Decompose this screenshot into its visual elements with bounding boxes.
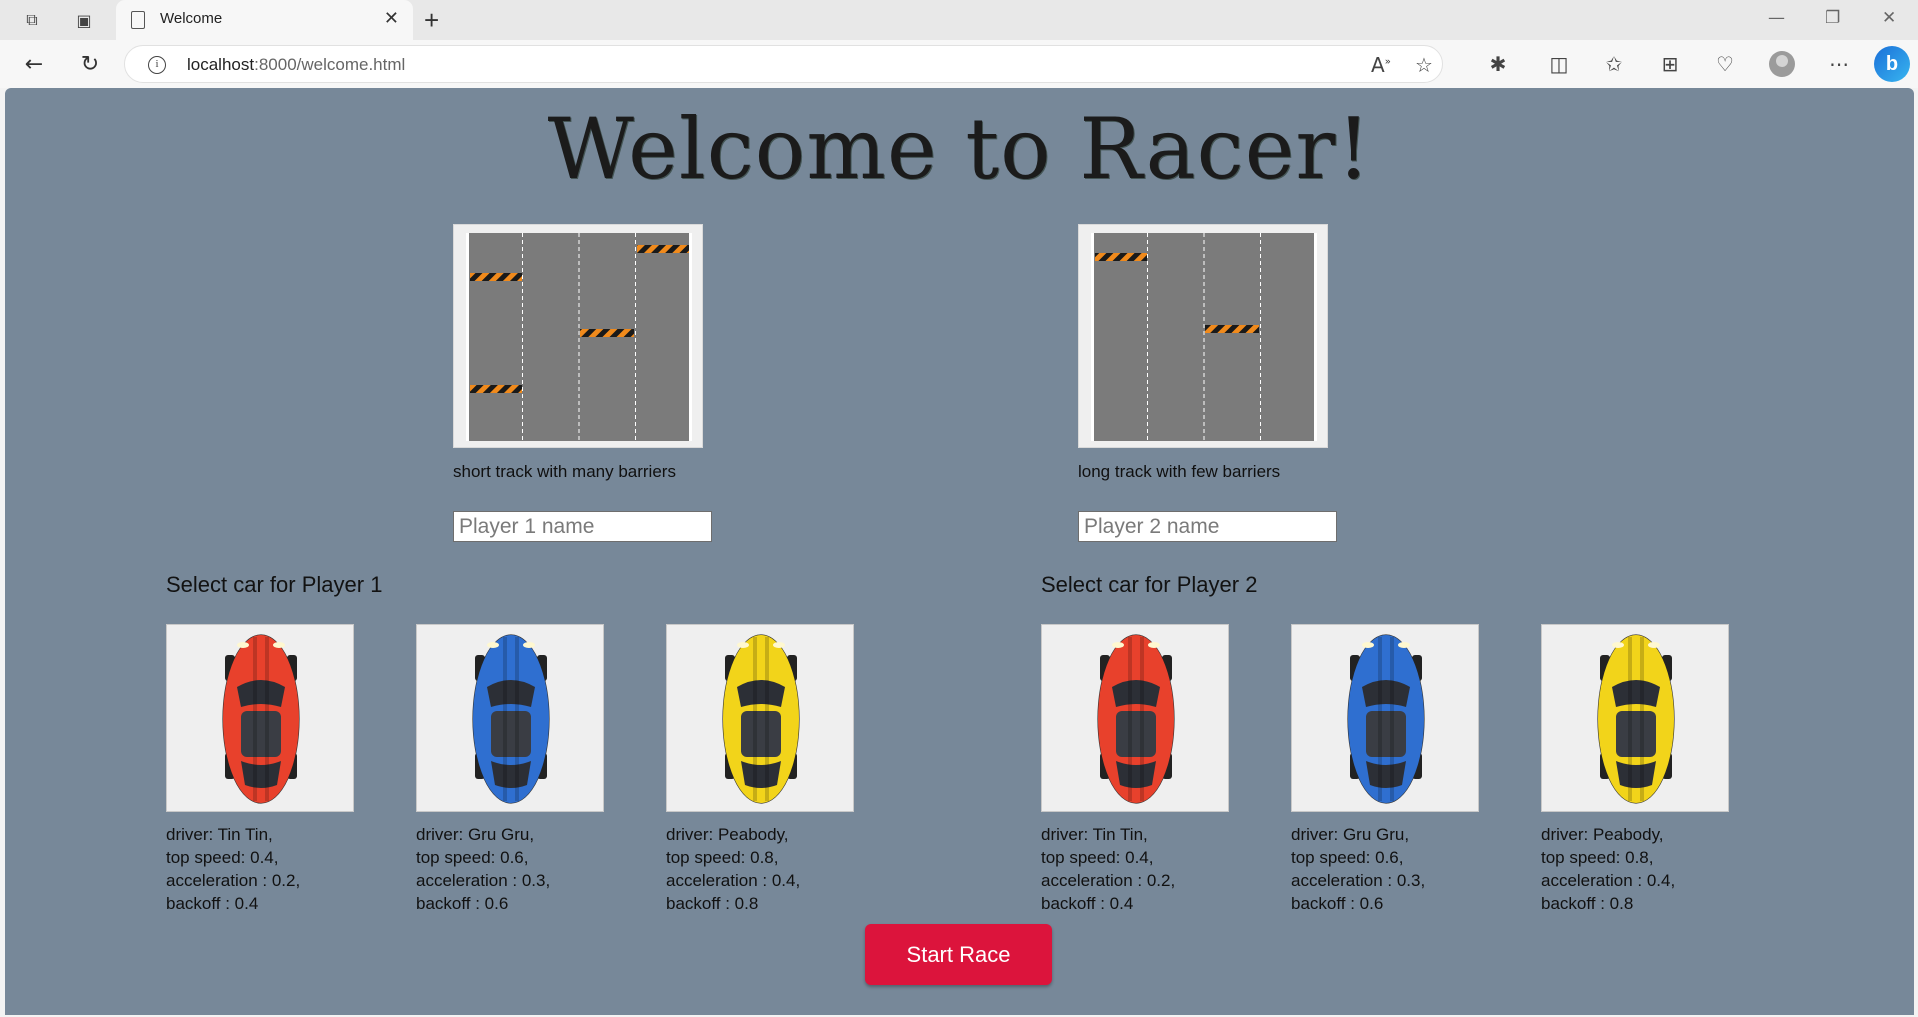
player2-car-option-3[interactable] <box>1541 624 1729 812</box>
start-race-button[interactable]: Start Race <box>865 924 1052 985</box>
player2-name-input[interactable] <box>1078 511 1337 542</box>
player2-car-info-3: driver: Peabody, top speed: 0.8, accelerat… <box>1541 823 1741 915</box>
car-stat-line: top speed: 0.6, <box>416 848 529 867</box>
close-tab-icon[interactable]: ✕ <box>384 8 399 29</box>
track-option-long[interactable] <box>1078 224 1328 448</box>
address-bar[interactable]: i localhost:8000/welcome.html A» ☆ <box>124 45 1443 83</box>
tab-bar: ⧉ ▣ Welcome ✕ + — ❐ ✕ <box>0 0 1918 40</box>
player1-car-info-1: driver: Tin Tin, top speed: 0.4, accelerat… <box>166 823 366 915</box>
player2-car-info-1: driver: Tin Tin, top speed: 0.4, accelerat… <box>1041 823 1241 915</box>
toolbar: ← ↻ i localhost:8000/welcome.html A» ☆ ✱… <box>0 40 1918 88</box>
copilot-icon[interactable]: b <box>1874 46 1910 82</box>
car-stat-line: top speed: 0.8, <box>666 848 779 867</box>
close-window-icon[interactable]: ✕ <box>1882 8 1896 28</box>
car-stat-line: backoff : 0.4 <box>166 894 259 913</box>
car-stat-line: acceleration : 0.2, <box>1041 871 1176 890</box>
car-stat-line: acceleration : 0.4, <box>666 871 801 890</box>
player1-name-input[interactable] <box>453 511 712 542</box>
car-stat-line: driver: Gru Gru, <box>416 825 535 844</box>
car-stat-line: backoff : 0.6 <box>1291 894 1384 913</box>
url-text[interactable]: localhost:8000/welcome.html <box>187 55 405 75</box>
player1-select-label: Select car for Player 1 <box>166 572 383 597</box>
player1-car-info-2: driver: Gru Gru, top speed: 0.6, accelerat… <box>416 823 616 915</box>
tab-welcome[interactable]: Welcome ✕ <box>116 0 413 40</box>
car-stat-line: acceleration : 0.3, <box>1291 871 1426 890</box>
player1-car-option-1[interactable] <box>166 624 354 812</box>
read-aloud-icon[interactable]: A» <box>1371 53 1391 77</box>
restore-icon[interactable]: ❐ <box>1825 8 1840 28</box>
track-caption-long: long track with few barriers <box>1078 462 1281 481</box>
car-stat-line: driver: Gru Gru, <box>1291 825 1410 844</box>
back-icon[interactable]: ← <box>20 50 48 78</box>
profile-avatar[interactable] <box>1769 51 1795 77</box>
page-icon <box>131 11 145 29</box>
player1-car-option-3[interactable] <box>666 624 854 812</box>
favorite-star-icon[interactable]: ☆ <box>1415 53 1433 77</box>
player2-car-option-1[interactable] <box>1041 624 1229 812</box>
car-image <box>472 634 550 804</box>
car-stat-line: driver: Peabody, <box>666 825 789 844</box>
favorites-icon[interactable]: ✩ <box>1600 50 1628 78</box>
track-option-short[interactable] <box>453 224 703 448</box>
car-stat-line: top speed: 0.6, <box>1291 848 1404 867</box>
player2-car-info-2: driver: Gru Gru, top speed: 0.6, accelerat… <box>1291 823 1491 915</box>
url-path: :8000/welcome.html <box>254 55 406 74</box>
url-host: localhost <box>187 55 255 74</box>
car-stat-line: top speed: 0.4, <box>166 848 279 867</box>
car-stat-line: acceleration : 0.4, <box>1541 871 1676 890</box>
long-track-image <box>1091 233 1317 441</box>
car-stat-line: driver: Peabody, <box>1541 825 1664 844</box>
short-track-image <box>466 233 692 441</box>
player2-car-option-2[interactable] <box>1291 624 1479 812</box>
new-tab-icon[interactable]: + <box>424 5 439 36</box>
car-image <box>722 634 800 804</box>
collections-icon[interactable]: ⊞ <box>1656 50 1684 78</box>
tab-title: Welcome <box>160 10 223 27</box>
car-stat-line: driver: Tin Tin, <box>166 825 273 844</box>
car-stat-line: backoff : 0.8 <box>666 894 759 913</box>
workspaces-icon[interactable]: ⧉ <box>20 8 44 32</box>
page-content: Welcome to Racer! short track with many … <box>5 88 1914 1015</box>
page-title: Welcome to Racer! <box>547 100 1372 198</box>
car-stat-line: acceleration : 0.3, <box>416 871 551 890</box>
car-image <box>222 634 300 804</box>
more-options-icon[interactable]: ⋯ <box>1825 50 1853 78</box>
car-stat-line: backoff : 0.6 <box>416 894 509 913</box>
car-image <box>1097 634 1175 804</box>
refresh-icon[interactable]: ↻ <box>76 50 104 78</box>
car-stat-line: driver: Tin Tin, <box>1041 825 1148 844</box>
minimize-icon[interactable]: — <box>1768 8 1785 28</box>
site-info-icon[interactable]: i <box>148 56 166 74</box>
car-image <box>1347 634 1425 804</box>
browser-essentials-icon[interactable]: ♡ <box>1711 50 1739 78</box>
car-stat-line: backoff : 0.8 <box>1541 894 1634 913</box>
extensions-icon[interactable]: ✱ <box>1484 50 1512 78</box>
car-stat-line: top speed: 0.8, <box>1541 848 1654 867</box>
tab-actions-icon[interactable]: ▣ <box>72 8 96 32</box>
car-stat-line: acceleration : 0.2, <box>166 871 301 890</box>
player1-car-info-3: driver: Peabody, top speed: 0.8, accelerat… <box>666 823 866 915</box>
split-screen-icon[interactable]: ◫ <box>1545 50 1573 78</box>
car-image <box>1597 634 1675 804</box>
track-caption-short: short track with many barriers <box>453 462 676 481</box>
car-stat-line: top speed: 0.4, <box>1041 848 1154 867</box>
car-stat-line: backoff : 0.4 <box>1041 894 1134 913</box>
player2-select-label: Select car for Player 2 <box>1041 572 1258 597</box>
player1-car-option-2[interactable] <box>416 624 604 812</box>
